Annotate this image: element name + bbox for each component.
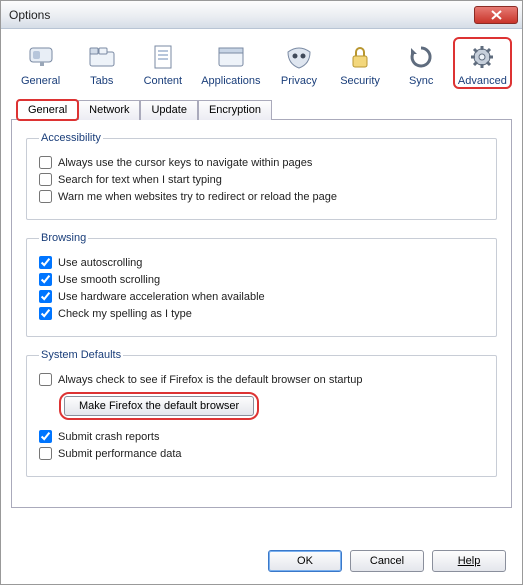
gear-icon (466, 41, 498, 73)
ok-button[interactable]: OK (268, 550, 342, 572)
opt-check-default: Always check to see if Firefox is the de… (39, 373, 484, 386)
button-label: Help (458, 555, 481, 567)
button-label: Make Firefox the default browser (79, 400, 239, 412)
help-button[interactable]: Help (432, 550, 506, 572)
tab-encryption[interactable]: Encryption (198, 100, 272, 120)
switch-icon (25, 41, 57, 73)
titlebar: Options (1, 1, 522, 29)
group-legend: Browsing (39, 232, 88, 244)
window-title: Options (9, 8, 474, 22)
checkbox-autoscrolling[interactable] (39, 256, 52, 269)
opt-label: Check my spelling as I type (58, 308, 192, 320)
opt-label: Always check to see if Firefox is the de… (58, 374, 362, 386)
close-icon (491, 10, 502, 20)
opt-search-typing: Search for text when I start typing (39, 173, 484, 186)
checkbox-warn-redirect[interactable] (39, 190, 52, 203)
toolbar-label: Advanced (455, 75, 510, 87)
tab-update[interactable]: Update (140, 100, 197, 120)
checkbox-submit-perf[interactable] (39, 447, 52, 460)
toolbar-label: Tabs (72, 75, 131, 87)
opt-hw-accel: Use hardware acceleration when available (39, 290, 484, 303)
document-icon (147, 41, 179, 73)
toolbar-advanced[interactable]: Advanced (453, 37, 512, 89)
cancel-button[interactable]: Cancel (350, 550, 424, 572)
tab-general[interactable]: General (17, 100, 78, 120)
checkbox-hw-accel[interactable] (39, 290, 52, 303)
browsing-group: Browsing Use autoscrolling Use smooth sc… (26, 232, 497, 337)
checkbox-submit-crash[interactable] (39, 430, 52, 443)
subtab-row: General Network Update Encryption (11, 99, 512, 120)
lock-icon (344, 41, 376, 73)
opt-label: Use hardware acceleration when available (58, 291, 265, 303)
opt-cursor-keys: Always use the cursor keys to navigate w… (39, 156, 484, 169)
group-legend: Accessibility (39, 132, 103, 144)
sync-icon (405, 41, 437, 73)
make-default-button[interactable]: Make Firefox the default browser (64, 396, 254, 416)
highlight-ring: Make Firefox the default browser (59, 392, 259, 420)
opt-label: Warn me when websites try to redirect or… (58, 191, 337, 203)
close-button[interactable] (474, 6, 518, 24)
tab-network[interactable]: Network (78, 100, 140, 120)
tabs-icon (86, 41, 118, 73)
checkbox-spellcheck[interactable] (39, 307, 52, 320)
opt-submit-perf: Submit performance data (39, 447, 484, 460)
mask-icon (283, 41, 315, 73)
checkbox-smooth-scrolling[interactable] (39, 273, 52, 286)
toolbar-applications[interactable]: Applications (194, 37, 267, 89)
checkbox-search-typing[interactable] (39, 173, 52, 186)
dialog-footer: OK Cancel Help (268, 550, 506, 572)
toolbar-security[interactable]: Security (331, 37, 390, 89)
toolbar-label: Security (331, 75, 390, 87)
accessibility-group: Accessibility Always use the cursor keys… (26, 132, 497, 220)
checkbox-check-default[interactable] (39, 373, 52, 386)
toolbar-general[interactable]: General (11, 37, 70, 89)
checkbox-cursor-keys[interactable] (39, 156, 52, 169)
window-icon (215, 41, 247, 73)
toolbar-label: Applications (194, 75, 267, 87)
opt-submit-crash: Submit crash reports (39, 430, 484, 443)
tab-panel: Accessibility Always use the cursor keys… (11, 120, 512, 508)
toolbar-sync[interactable]: Sync (392, 37, 451, 89)
toolbar-privacy[interactable]: Privacy (269, 37, 328, 89)
category-toolbar: General Tabs Content Applications Privac… (11, 37, 512, 89)
opt-label: Use smooth scrolling (58, 274, 160, 286)
opt-smooth-scrolling: Use smooth scrolling (39, 273, 484, 286)
opt-label: Submit performance data (58, 448, 182, 460)
opt-autoscrolling: Use autoscrolling (39, 256, 484, 269)
opt-label: Search for text when I start typing (58, 174, 222, 186)
group-legend: System Defaults (39, 349, 123, 361)
toolbar-label: General (11, 75, 70, 87)
toolbar-content[interactable]: Content (133, 37, 192, 89)
opt-warn-redirect: Warn me when websites try to redirect or… (39, 190, 484, 203)
toolbar-label: Sync (392, 75, 451, 87)
opt-label: Use autoscrolling (58, 257, 142, 269)
opt-label: Submit crash reports (58, 431, 159, 443)
toolbar-label: Privacy (269, 75, 328, 87)
opt-spellcheck: Check my spelling as I type (39, 307, 484, 320)
system-defaults-group: System Defaults Always check to see if F… (26, 349, 497, 477)
toolbar-label: Content (133, 75, 192, 87)
opt-label: Always use the cursor keys to navigate w… (58, 157, 312, 169)
toolbar-tabs[interactable]: Tabs (72, 37, 131, 89)
